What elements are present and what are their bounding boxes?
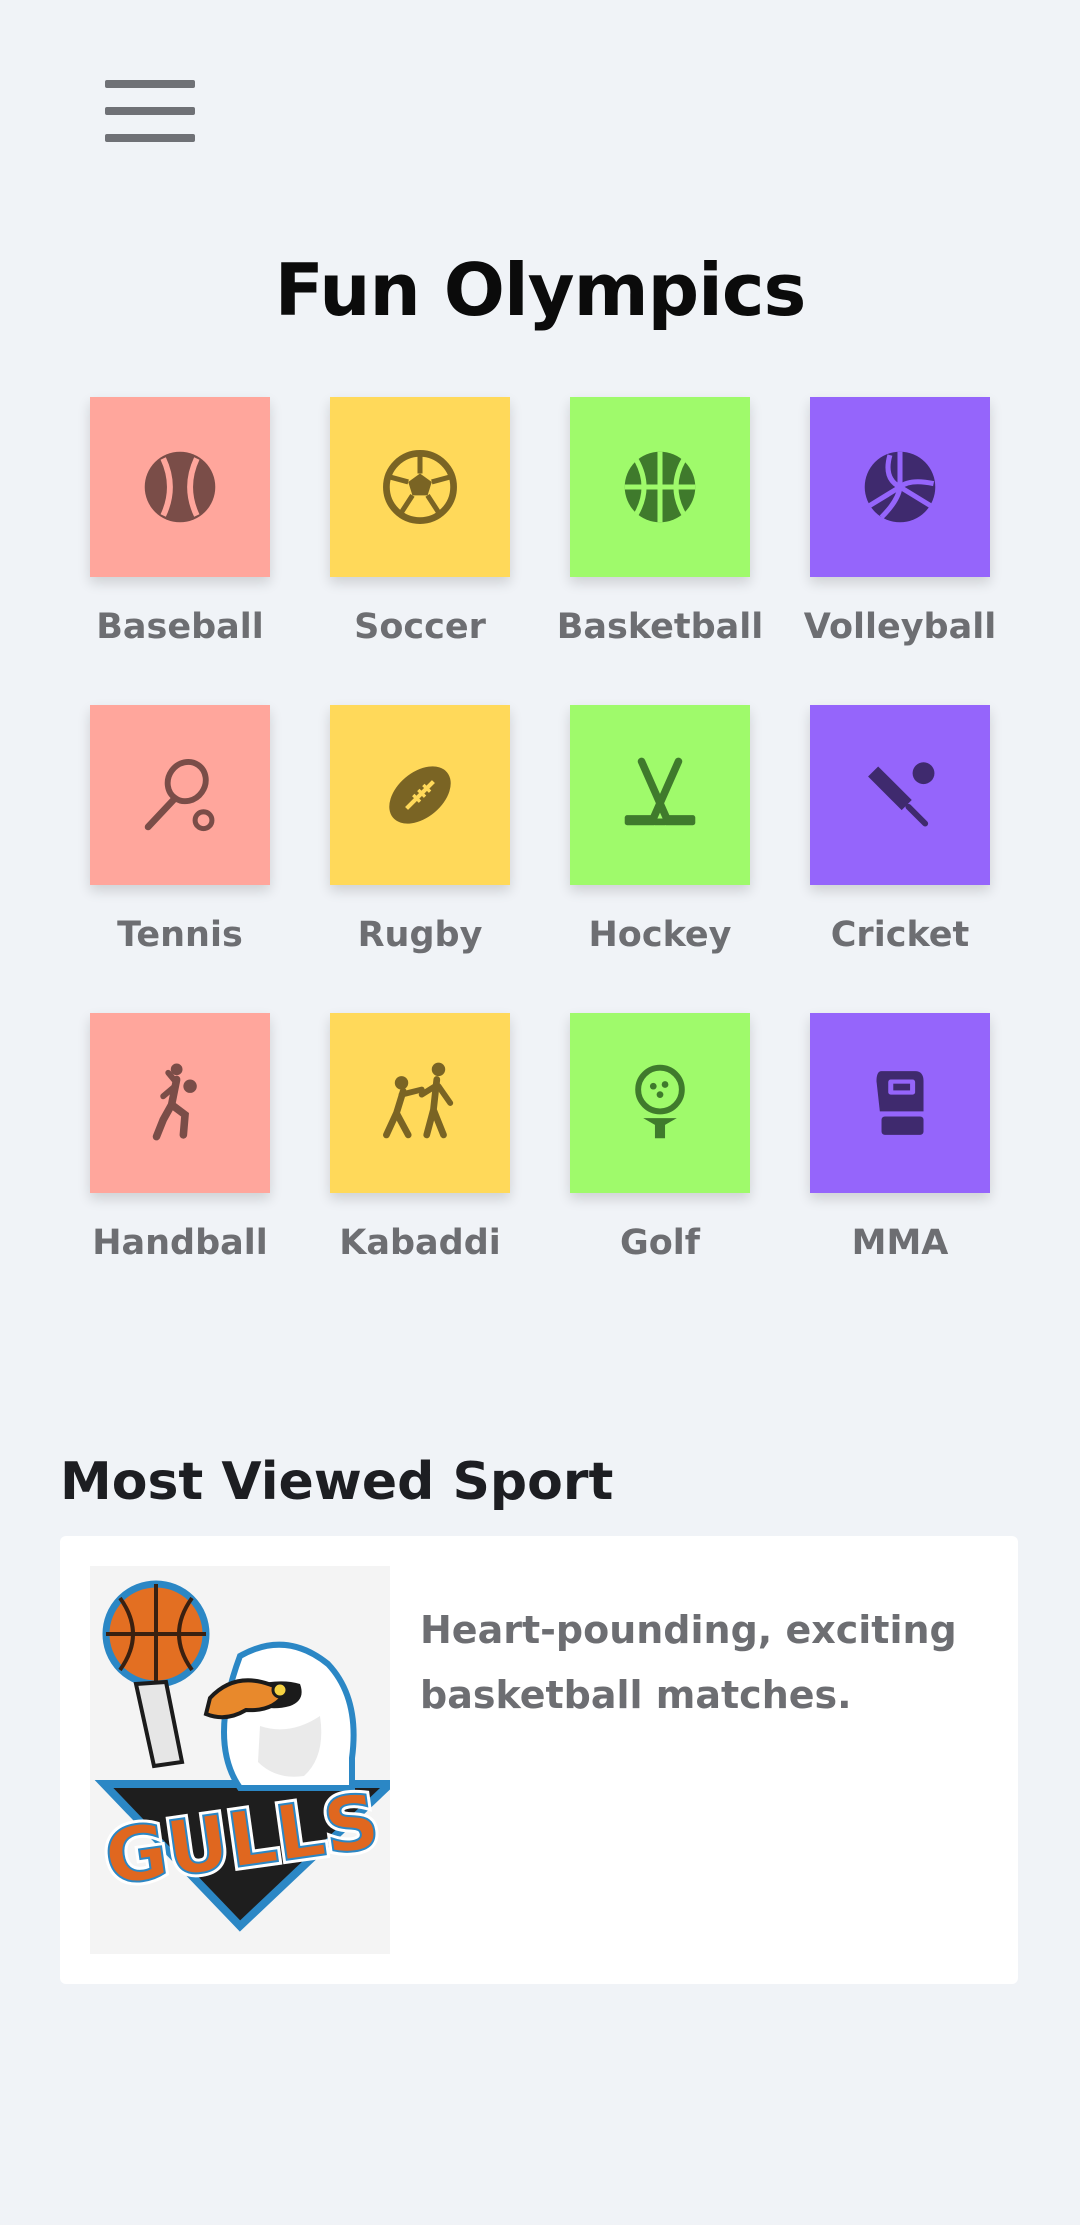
sport-label: Volleyball: [803, 607, 997, 647]
sport-tile-tennis[interactable]: Tennis: [60, 705, 300, 980]
golf-ball-icon: [635, 1064, 685, 1139]
soccer-ball-icon: [383, 450, 457, 524]
sport-tile-handball[interactable]: Handball: [60, 1013, 300, 1288]
section-title-most-viewed: Most Viewed Sport: [60, 1452, 614, 1512]
sport-tile-cricket[interactable]: Cricket: [780, 705, 1020, 980]
basketball-icon: [624, 451, 696, 523]
sport-label: Kabaddi: [339, 1223, 501, 1263]
sport-label: Cricket: [830, 915, 970, 955]
gulls-logo-image: GULLS GULLS: [90, 1566, 401, 1954]
sport-tile-rugby[interactable]: Rugby: [300, 705, 540, 980]
sport-tile-golf[interactable]: Golf: [540, 1013, 780, 1288]
most-viewed-card[interactable]: GULLS GULLS Heart-pounding, exciting bas…: [60, 1536, 1018, 1984]
kabaddi-players-icon: [383, 1062, 454, 1139]
sport-tile-basketball[interactable]: Basketball: [540, 397, 780, 672]
hamburger-menu-icon[interactable]: [105, 80, 195, 144]
sport-tile-mma[interactable]: MMA: [780, 1013, 1020, 1288]
gulls-logo: GULLS GULLS: [94, 1580, 401, 1932]
boxing-glove-icon: [876, 1071, 924, 1135]
sport-label: Hockey: [588, 915, 732, 955]
sport-tile-hockey[interactable]: Hockey: [540, 705, 780, 980]
most-viewed-description: Heart-pounding, exciting basketball matc…: [420, 1608, 957, 1717]
sport-label: Tennis: [117, 915, 243, 955]
hockey-sticks-icon: [624, 757, 696, 826]
sport-label: Basketball: [556, 607, 764, 647]
sport-tile-volleyball[interactable]: Volleyball: [780, 397, 1020, 672]
sport-label: MMA: [851, 1223, 949, 1263]
sport-label: Handball: [92, 1223, 268, 1263]
sport-tile-soccer[interactable]: Soccer: [300, 397, 540, 672]
rugby-ball-icon: [389, 766, 451, 824]
baseball-icon: [144, 451, 216, 523]
sport-label: Rugby: [357, 915, 483, 955]
volleyball-icon: [864, 451, 936, 523]
cricket-bat-icon: [868, 762, 935, 827]
sport-label: Baseball: [96, 607, 264, 647]
tennis-racket-icon: [144, 758, 215, 832]
handball-player-icon: [152, 1063, 197, 1141]
sport-tile-baseball[interactable]: Baseball: [60, 397, 300, 672]
sport-tile-kabaddi[interactable]: Kabaddi: [300, 1013, 540, 1288]
page-title: Fun Olympics: [274, 248, 807, 332]
sport-label: Golf: [620, 1223, 700, 1263]
sport-label: Soccer: [354, 607, 486, 647]
